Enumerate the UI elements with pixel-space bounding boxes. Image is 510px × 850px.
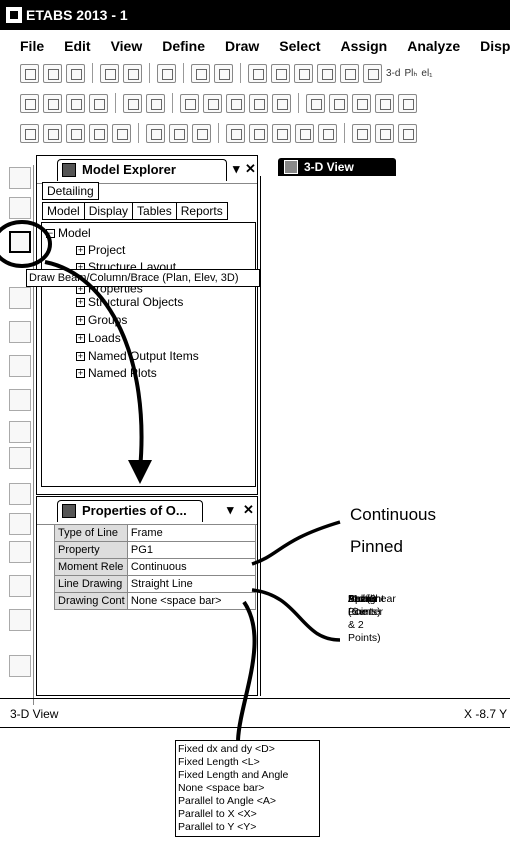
callout-line: [236, 600, 257, 741]
callout-line: [251, 520, 341, 566]
callout-line: [251, 588, 341, 642]
arrow-head: [128, 460, 152, 484]
annotation-overlay: [0, 220, 341, 741]
highlight-circle: [0, 220, 52, 268]
callout-arrow: [44, 260, 144, 471]
